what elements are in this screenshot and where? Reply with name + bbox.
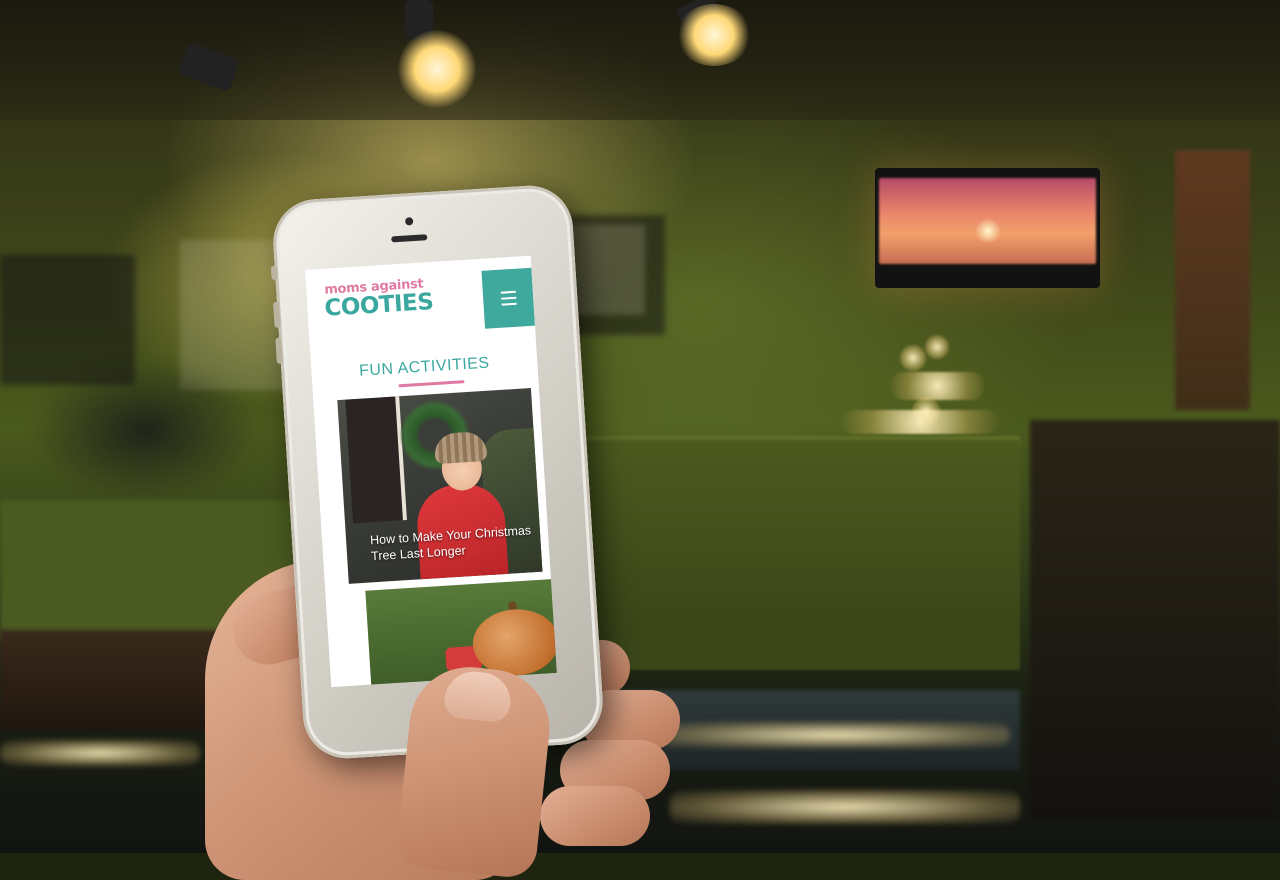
cafe-background-scene [0,0,1280,853]
phone-screen: moms against COOTIES FUN ACTIVITIES How … [305,255,557,688]
wall-tv [875,168,1100,288]
bokeh-light [925,335,949,359]
smartphone: moms against COOTIES FUN ACTIVITIES How … [270,183,606,761]
table [0,630,240,730]
section-title: FUN ACTIVITIES [358,354,491,380]
counter [560,440,1020,670]
floor-light-strip [0,740,200,766]
bokeh-light [840,410,1000,434]
tv-glare [975,218,1001,244]
door [345,396,407,524]
mute-switch [270,265,278,281]
ceiling-lamp [676,4,752,66]
article-card[interactable]: How to Make Your Christmas Tree Last Lon… [337,388,543,584]
back-door [1175,150,1250,410]
blurred-person [30,360,260,500]
floor-light-strip [670,790,1020,824]
menu-button[interactable] [481,267,536,329]
half-wall [0,500,320,640]
title-underline [398,380,465,388]
dark-booth [1030,420,1280,820]
floor-light-strip [660,722,1010,748]
bokeh-light [890,372,985,400]
ceiling-lamp [398,30,476,108]
bokeh-light [900,345,926,371]
logo-wordmark[interactable]: COOTIES [324,289,434,322]
